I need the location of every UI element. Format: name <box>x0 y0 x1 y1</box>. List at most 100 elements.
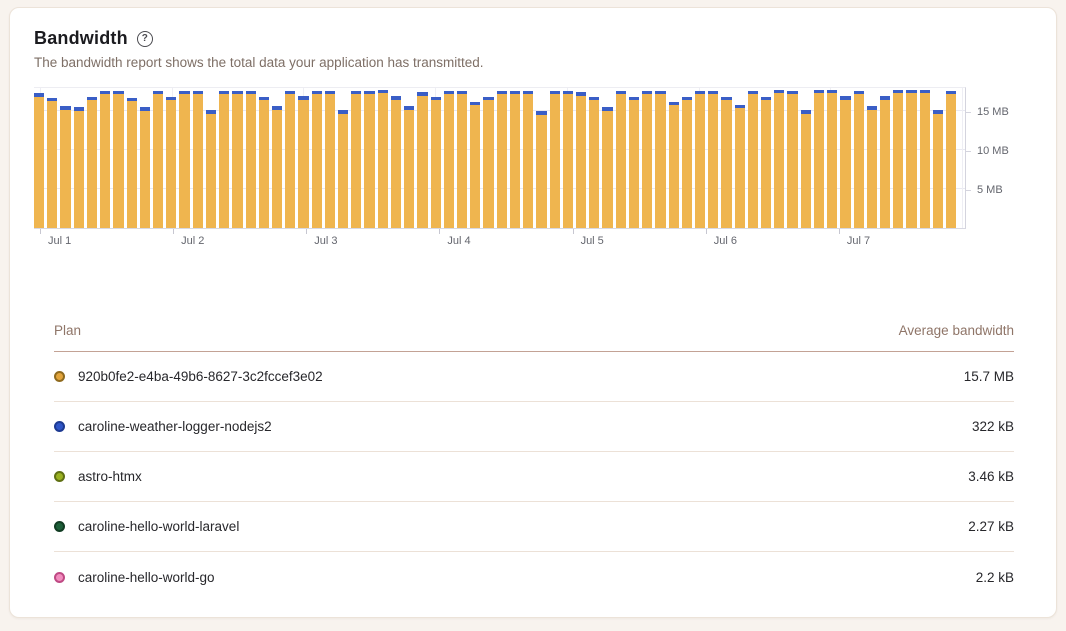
bar[interactable] <box>536 111 546 228</box>
bar[interactable] <box>259 97 269 228</box>
bar[interactable] <box>74 107 84 228</box>
bar[interactable] <box>378 90 388 228</box>
table-row: astro-htmx3.46 kB <box>54 452 1014 502</box>
bar[interactable] <box>298 96 308 228</box>
bar[interactable] <box>47 98 57 228</box>
bar[interactable] <box>721 97 731 228</box>
bar[interactable] <box>325 91 335 228</box>
bar[interactable] <box>510 91 520 228</box>
bar-segment-orange <box>140 111 150 228</box>
column-header-average-bandwidth: Average bandwidth <box>899 323 1014 338</box>
plan-cell: caroline-hello-world-laravel <box>54 519 239 534</box>
bar[interactable] <box>814 90 824 228</box>
bar[interactable] <box>285 91 295 228</box>
bar[interactable] <box>682 97 692 228</box>
bar[interactable] <box>457 91 467 228</box>
bar-segment-orange <box>378 93 388 228</box>
bar-segment-orange <box>748 94 758 228</box>
bar[interactable] <box>34 93 44 228</box>
bar[interactable] <box>246 91 256 228</box>
plan-cell: astro-htmx <box>54 469 142 484</box>
bar[interactable] <box>523 91 533 228</box>
bar[interactable] <box>655 91 665 228</box>
card-subtitle: The bandwidth report shows the total dat… <box>34 55 1032 70</box>
bar[interactable] <box>576 92 586 228</box>
bar[interactable] <box>113 91 123 228</box>
bar[interactable] <box>748 91 758 228</box>
bar[interactable] <box>431 97 441 228</box>
bar[interactable] <box>404 106 414 228</box>
bar[interactable] <box>140 107 150 228</box>
bar[interactable] <box>87 97 97 228</box>
bar-segment-orange <box>576 96 586 228</box>
bar[interactable] <box>827 90 837 228</box>
bar-segment-orange <box>695 94 705 228</box>
bar-segment-orange <box>774 93 784 228</box>
bar[interactable] <box>338 110 348 228</box>
bar[interactable] <box>920 90 930 228</box>
average-bandwidth-value: 15.7 MB <box>964 369 1014 384</box>
bar[interactable] <box>483 97 493 228</box>
bar[interactable] <box>840 96 850 228</box>
bar-segment-orange <box>113 94 123 228</box>
bar[interactable] <box>470 102 480 228</box>
x-axis-tick <box>173 229 174 234</box>
table-row: caroline-hello-world-go2.2 kB <box>54 552 1014 602</box>
bar[interactable] <box>933 110 943 228</box>
bar[interactable] <box>100 91 110 228</box>
help-icon[interactable]: ? <box>137 31 153 47</box>
bar[interactable] <box>497 91 507 228</box>
bar[interactable] <box>735 105 745 228</box>
bar[interactable] <box>906 90 916 228</box>
bar[interactable] <box>708 91 718 228</box>
bar[interactable] <box>312 91 322 228</box>
bar[interactable] <box>153 91 163 228</box>
bar[interactable] <box>193 91 203 228</box>
bar[interactable] <box>166 97 176 228</box>
bar[interactable] <box>272 106 282 228</box>
x-axis-tick <box>40 229 41 234</box>
bar-segment-orange <box>431 100 441 228</box>
bar-segment-orange <box>563 94 573 228</box>
bar[interactable] <box>391 96 401 228</box>
bar[interactable] <box>695 91 705 228</box>
bar[interactable] <box>642 91 652 228</box>
bar[interactable] <box>444 91 454 228</box>
bar[interactable] <box>563 91 573 228</box>
bar[interactable] <box>946 91 956 228</box>
bar[interactable] <box>364 91 374 228</box>
bar-segment-orange <box>325 94 335 228</box>
bar[interactable] <box>351 91 361 228</box>
average-bandwidth-value: 2.27 kB <box>968 519 1014 534</box>
bar[interactable] <box>616 91 626 228</box>
bar[interactable] <box>127 98 137 228</box>
bar[interactable] <box>219 91 229 228</box>
bar[interactable] <box>787 91 797 228</box>
bar[interactable] <box>867 106 877 228</box>
bar[interactable] <box>893 90 903 228</box>
x-axis-tick <box>439 229 440 234</box>
plans-table: Plan Average bandwidth 920b0fe2-e4ba-49b… <box>34 315 1032 602</box>
bar[interactable] <box>550 91 560 228</box>
bar[interactable] <box>179 91 189 228</box>
bar[interactable] <box>761 97 771 228</box>
bar[interactable] <box>880 96 890 228</box>
bar-segment-orange <box>920 93 930 228</box>
bar[interactable] <box>60 106 70 228</box>
bar[interactable] <box>232 91 242 228</box>
bar[interactable] <box>417 92 427 228</box>
bar[interactable] <box>854 91 864 228</box>
bar[interactable] <box>629 97 639 228</box>
bar[interactable] <box>774 90 784 228</box>
bar[interactable] <box>801 110 811 228</box>
bar[interactable] <box>206 110 216 228</box>
bar[interactable] <box>589 97 599 228</box>
plan-color-dot <box>54 572 65 583</box>
bar-segment-orange <box>219 94 229 228</box>
bar-segment-orange <box>391 100 401 228</box>
bar[interactable] <box>669 102 679 228</box>
bar-segment-orange <box>87 100 97 228</box>
bar-segment-orange <box>47 101 57 228</box>
bar[interactable] <box>602 107 612 228</box>
bar-segment-orange <box>933 114 943 228</box>
